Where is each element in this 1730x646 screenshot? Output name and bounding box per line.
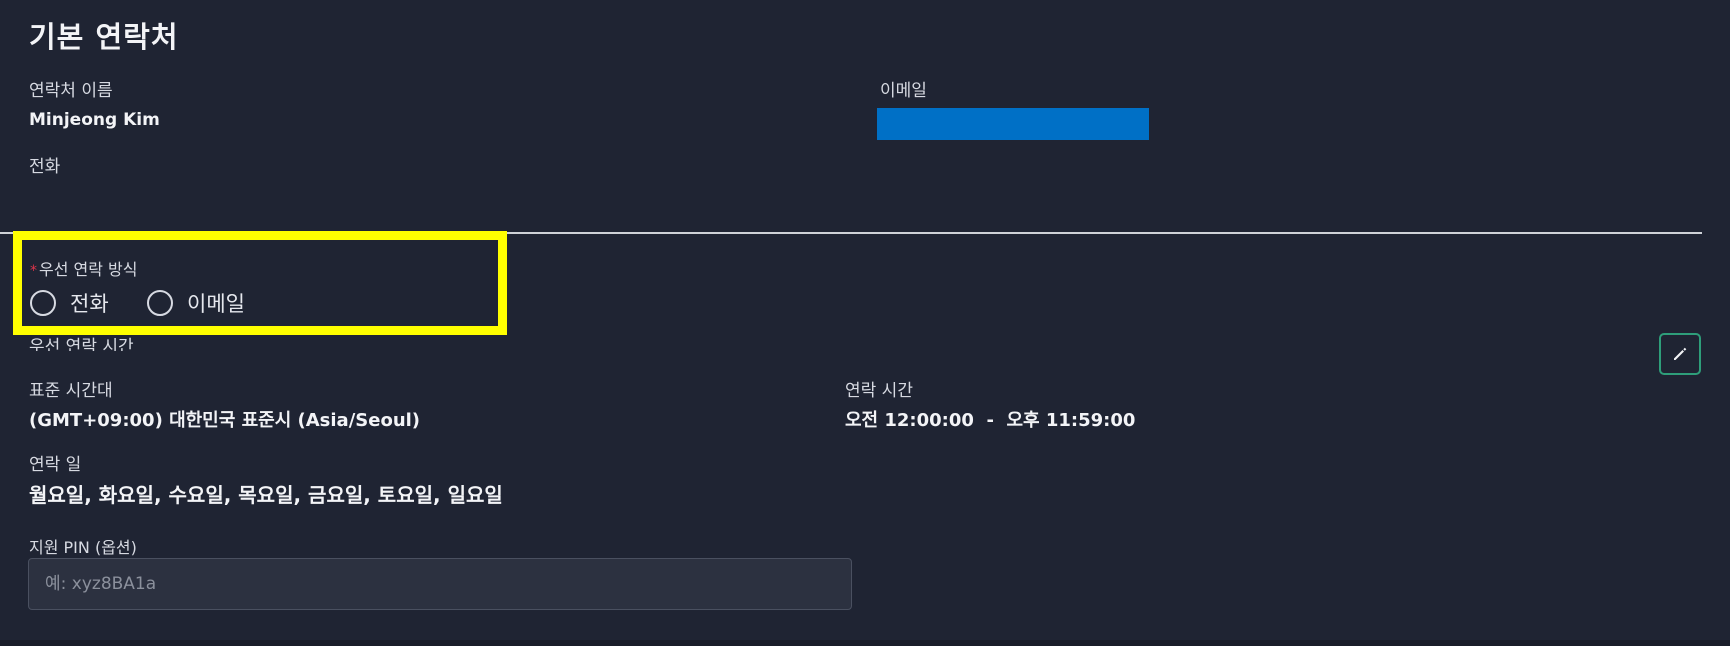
bottom-edge (0, 640, 1730, 646)
primary-contact-panel: 기본 연락처 연락처 이름 Minjeong Kim 이메일 전화 * 우선 연락… (0, 0, 1730, 646)
timezone-label: 표준 시간대 (29, 381, 113, 401)
preferred-time-section-label: 우선 연락 시간 (29, 337, 134, 351)
contact-days-label: 연락 일 (29, 455, 82, 475)
contact-name-label: 연락처 이름 (29, 81, 113, 101)
phone-label: 전화 (29, 157, 61, 177)
support-pin-label: 지원 PIN (옵션) (29, 538, 137, 557)
timezone-value: (GMT+09:00) 대한민국 표준시 (Asia/Seoul) (29, 410, 421, 431)
email-label: 이메일 (880, 81, 927, 101)
contact-name-value: Minjeong Kim (29, 110, 160, 130)
contact-time-value: 오전 12:00:00 - 오후 11:59:00 (845, 410, 1136, 431)
support-pin-input[interactable] (28, 558, 852, 610)
highlight-annotation (13, 231, 507, 335)
edit-button[interactable] (1659, 333, 1701, 375)
section-title: 기본 연락처 (29, 20, 179, 54)
email-value-redacted (877, 108, 1149, 140)
contact-days-value: 월요일, 화요일, 수요일, 목요일, 금요일, 토요일, 일요일 (29, 483, 503, 507)
pencil-icon (1674, 347, 1687, 360)
contact-time-label: 연락 시간 (845, 381, 913, 401)
